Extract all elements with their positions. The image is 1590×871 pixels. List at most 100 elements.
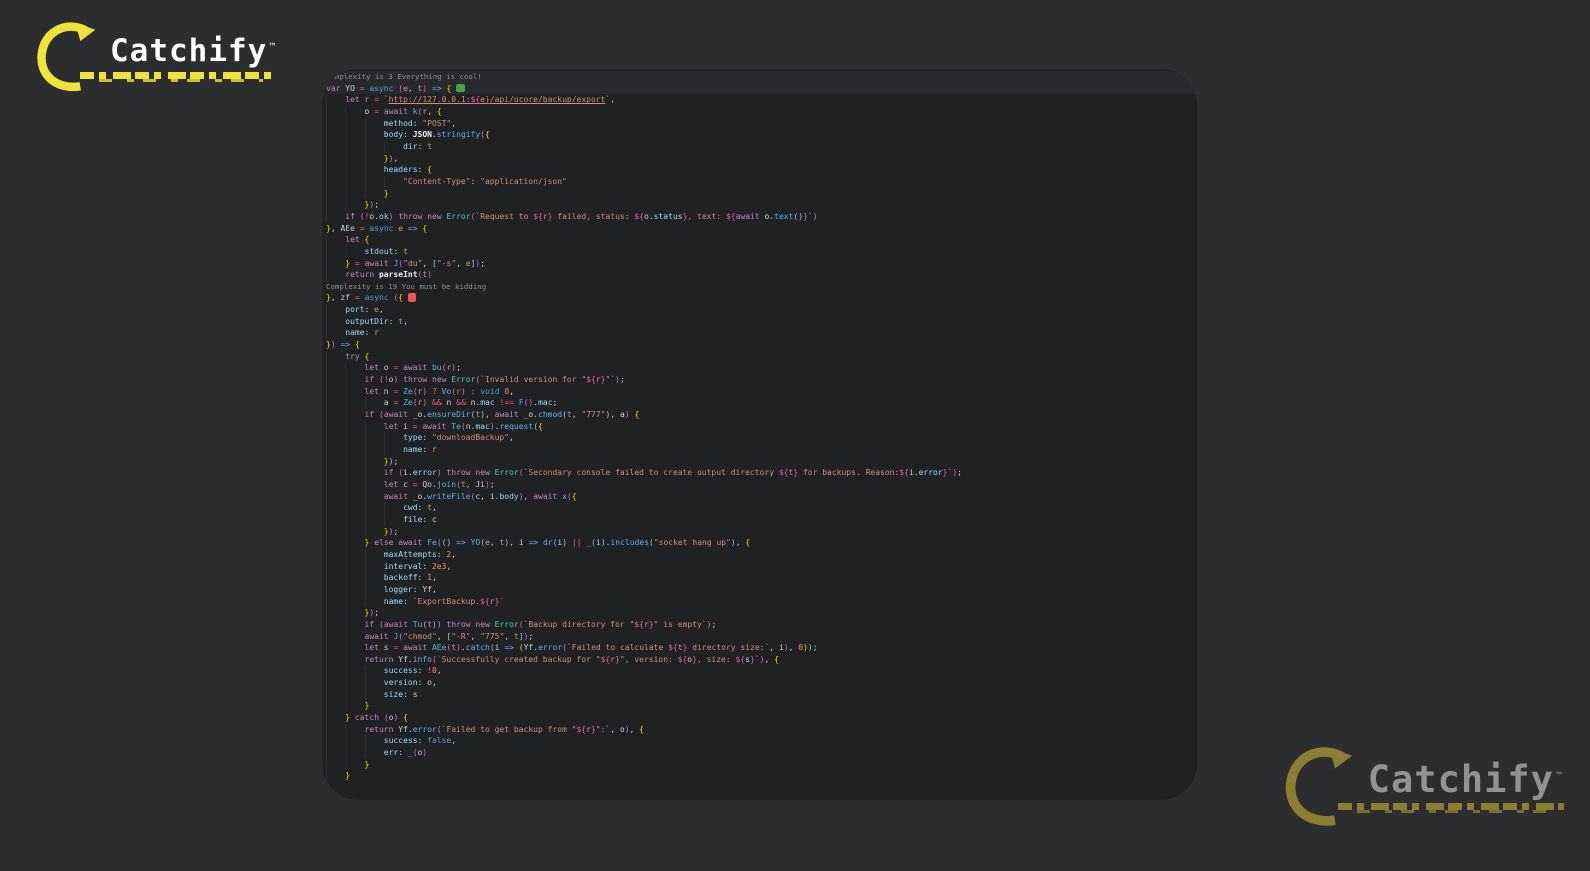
- indent-guide: [345, 584, 364, 596]
- code-token: " is empty`: [653, 619, 707, 629]
- code-token: &&: [456, 398, 471, 408]
- code-token: r: [364, 95, 375, 105]
- indent-guide: [345, 700, 364, 712]
- indent-guide: [365, 747, 384, 759]
- code-token: {: [745, 538, 751, 548]
- code-token: =>: [528, 538, 539, 548]
- code-token: "socket hang up": [653, 538, 731, 548]
- code-token: :: [398, 748, 408, 758]
- hook-icon: [1285, 747, 1352, 826]
- indent-guide: [326, 94, 345, 106]
- code-token: ,: [431, 573, 437, 583]
- code-line: port: e,: [326, 304, 1197, 316]
- code-line: body: JSON.stringify({: [326, 129, 1197, 141]
- code-token: "POST": [422, 118, 452, 128]
- code-token: :: [422, 433, 432, 443]
- code-token: ;: [489, 479, 495, 489]
- code-token: `Request to: [475, 211, 534, 221]
- code-token: size: [383, 689, 404, 699]
- code-token: n.: [470, 398, 481, 408]
- code-line: }) => {: [326, 339, 1197, 351]
- indent-guide: [384, 514, 403, 526]
- code-token: e: [398, 223, 408, 233]
- code-line: let r = `http://127.0.0.1:${e}/api/ucore…: [326, 94, 1197, 106]
- code-token: {: [484, 130, 490, 140]
- code-token: }: [364, 759, 370, 769]
- code-token: await: [403, 363, 432, 373]
- indent-guide: [365, 584, 384, 596]
- indent-guide: [365, 153, 384, 165]
- indent-guide: [365, 397, 384, 409]
- page: { "theme":{ "page_bg":"#2b2d2e","panel_b…: [0, 0, 1590, 871]
- code-token: var: [326, 83, 346, 93]
- code-line: a = Ze(r) && n && n.mac !== F().mac;: [326, 397, 1197, 409]
- code-token: =: [412, 421, 423, 431]
- code-line: logger: Yf,: [326, 584, 1197, 596]
- code-token: "-R": [451, 631, 471, 641]
- brand-logo: Catchify ™: [36, 22, 278, 96]
- code-token: :: [403, 689, 413, 699]
- code-token: file: [403, 514, 423, 524]
- code-token: body: [499, 491, 519, 501]
- indent-guide: [365, 665, 384, 677]
- code-token: body: [383, 130, 404, 140]
- indent-guide: [326, 118, 345, 130]
- code-token: n: [383, 386, 394, 396]
- indent-guide: [326, 537, 345, 549]
- code-token: for backups. Reason:: [798, 468, 900, 478]
- code-token: ,: [431, 584, 437, 594]
- code-token: "`: [605, 375, 616, 385]
- code-line: name: `ExportBackup.${r}`: [326, 596, 1197, 608]
- code-token: let: [364, 363, 384, 373]
- code-token: :: [412, 118, 423, 128]
- code-line: }, zf = async ({: [326, 292, 1197, 304]
- code-token: mac: [538, 398, 553, 408]
- codelens-annotation[interactable]: Complexity is 19 You must be kidding: [326, 281, 1197, 293]
- code-line: let o = await bu(r);: [326, 362, 1197, 374]
- code-token: ;: [374, 608, 380, 618]
- code-token: {: [427, 165, 432, 175]
- codelens-annotation[interactable]: Complexity is 3 Everything is cool!: [326, 71, 1197, 83]
- code-token: return: [364, 724, 399, 734]
- code-token: :: [470, 176, 481, 186]
- indent-guide: [326, 106, 345, 118]
- code-token: =: [374, 95, 384, 105]
- code-token: }: [326, 783, 331, 793]
- code-token: ,: [485, 410, 495, 420]
- code-token: =: [354, 293, 365, 303]
- indent-guide: [326, 724, 345, 736]
- indent-guide: [345, 467, 364, 479]
- code-token: let: [364, 386, 384, 396]
- code-token: name: [345, 328, 365, 338]
- code-line: interval: 2e3,: [326, 561, 1197, 573]
- code-line: }: [326, 759, 1197, 771]
- code-token: }: [345, 771, 351, 781]
- indent-guide: [326, 491, 345, 503]
- code-token: :: [470, 386, 481, 396]
- code-token: cwd: [403, 503, 418, 513]
- code-editor-panel[interactable]: Complexity is 3 Everything is cool! var Y…: [322, 69, 1197, 800]
- pixel-underline: [80, 72, 278, 82]
- indent-guide: [326, 665, 345, 677]
- indent-guide: [326, 444, 345, 456]
- code-area[interactable]: Complexity is 3 Everything is cool! var Y…: [322, 69, 1197, 800]
- indent-guide: [345, 432, 364, 444]
- indent-guide: [326, 432, 345, 444]
- code-token: Tu: [412, 619, 423, 629]
- code-token: error: [412, 724, 437, 734]
- code-token: ;: [393, 456, 399, 466]
- indent-guide: [345, 654, 364, 666]
- code-token: a: [383, 398, 394, 408]
- code-token: :: [403, 596, 413, 606]
- indent-guide: [365, 561, 384, 573]
- code-token: AEe: [431, 643, 447, 653]
- code-token: throw: [398, 211, 428, 221]
- indent-guide: [326, 747, 345, 759]
- code-token: _o.: [523, 410, 539, 420]
- code-line: let n = Ze(r) ? Vo(r) : void 0,: [326, 386, 1197, 398]
- indent-guide: [326, 526, 345, 538]
- code-token: i: [494, 643, 505, 653]
- code-token: ,: [422, 258, 433, 268]
- code-token: await: [403, 643, 432, 653]
- code-line: }, AEe = async e => {: [326, 223, 1197, 235]
